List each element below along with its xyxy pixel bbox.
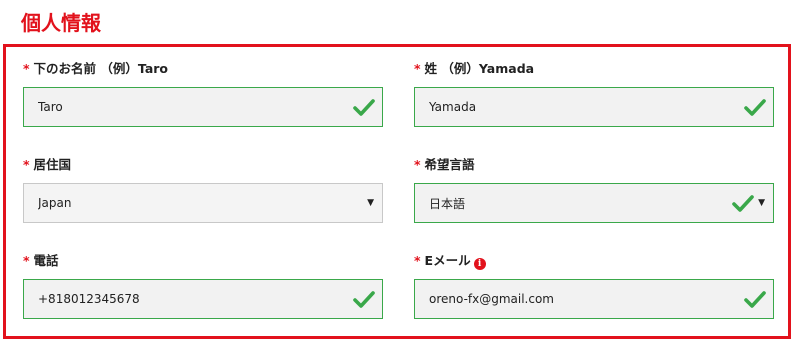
email-label: * Eメール i: [414, 251, 486, 271]
country-select[interactable]: Japan ▼: [23, 183, 383, 223]
check-icon: [353, 291, 375, 308]
section-title: 個人情報: [21, 11, 101, 35]
first-name-input[interactable]: Taro: [23, 87, 383, 127]
personal-info-form: * 下のお名前 （例）Taro Taro * 姓 （例）Yamada Yamada …: [3, 44, 791, 339]
required-mark: *: [414, 61, 421, 76]
language-select[interactable]: 日本語 ▼: [414, 183, 774, 223]
last-name-label-text: 姓 （例）Yamada: [424, 61, 535, 76]
caret-down-icon: ▼: [367, 197, 374, 208]
country-label-text: 居住国: [33, 157, 72, 172]
info-icon[interactable]: i: [473, 258, 486, 270]
last-name-value: Yamada: [429, 100, 477, 114]
phone-input[interactable]: +818012345678: [23, 279, 383, 319]
first-name-label: * 下のお名前 （例）Taro: [23, 59, 168, 79]
phone-label: * 電話: [23, 251, 59, 271]
phone-value: +818012345678: [38, 292, 140, 306]
email-label-text: Eメール: [424, 253, 471, 268]
first-name-label-text: 下のお名前 （例）Taro: [33, 61, 169, 76]
email-value: oreno-fx@gmail.com: [429, 292, 554, 306]
check-icon: [732, 195, 754, 212]
check-icon: [744, 99, 766, 116]
required-mark: *: [414, 253, 421, 268]
last-name-label: * 姓 （例）Yamada: [414, 59, 534, 79]
last-name-input[interactable]: Yamada: [414, 87, 774, 127]
caret-down-icon: ▼: [758, 197, 765, 208]
first-name-value: Taro: [38, 100, 63, 114]
language-label: * 希望言語: [414, 155, 475, 175]
required-mark: *: [414, 157, 421, 172]
check-icon: [353, 99, 375, 116]
check-icon: [744, 291, 766, 308]
language-label-text: 希望言語: [424, 157, 475, 172]
phone-label-text: 電話: [33, 253, 59, 268]
country-value: Japan: [38, 196, 72, 210]
country-label: * 居住国: [23, 155, 71, 175]
language-value: 日本語: [429, 196, 466, 211]
required-mark: *: [23, 61, 30, 76]
required-mark: *: [23, 157, 30, 172]
email-input[interactable]: oreno-fx@gmail.com: [414, 279, 774, 319]
required-mark: *: [23, 253, 30, 268]
